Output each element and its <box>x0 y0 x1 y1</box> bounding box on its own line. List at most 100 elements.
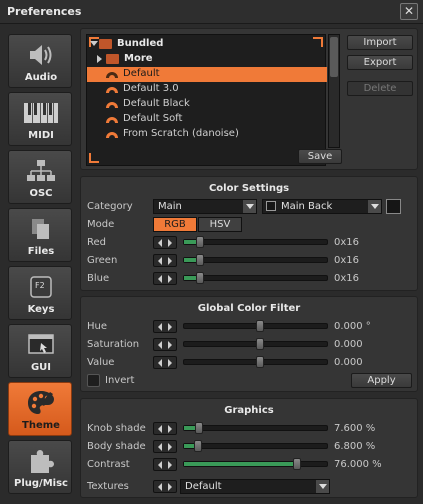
knob-shade-slider[interactable] <box>183 422 328 434</box>
chevron-down-icon <box>368 200 381 213</box>
slider-knob[interactable] <box>195 422 203 434</box>
slider-knob[interactable] <box>256 338 264 350</box>
theme-icon <box>105 69 119 82</box>
body-shade-value: 6.800 % <box>334 441 376 452</box>
contrast-label: Contrast <box>87 459 130 470</box>
red-label: Red <box>87 237 106 248</box>
slider-fill <box>184 444 194 448</box>
body-shade-stepper[interactable] <box>153 440 177 453</box>
slider-knob[interactable] <box>196 236 204 248</box>
hue-label: Hue <box>87 321 108 332</box>
section-title: Graphics <box>224 405 274 416</box>
sidebar-item-label: MIDI <box>28 130 54 141</box>
sidebar-item-label: Keys <box>27 304 55 315</box>
sidebar-item-theme[interactable]: Theme <box>8 382 72 436</box>
list-item[interactable]: Default Soft <box>87 112 327 127</box>
slider-knob[interactable] <box>293 458 301 470</box>
theme-list-scrollbar[interactable] <box>328 34 340 148</box>
section-title: Color Settings <box>208 183 290 194</box>
chevron-down-icon <box>316 480 329 493</box>
knob-shade-stepper[interactable] <box>153 422 177 435</box>
delete-button[interactable]: Delete <box>347 81 413 96</box>
slider-knob[interactable] <box>194 440 202 452</box>
blue-value: 0x16 <box>334 273 360 284</box>
theme-item-label: Default 3.0 <box>123 83 179 94</box>
theme-icon <box>105 84 119 97</box>
list-item[interactable]: Default <box>87 67 327 82</box>
theme-list[interactable]: Bundled More Default Default 3.0 Default… <box>86 34 327 166</box>
hue-value: 0.000 ° <box>334 321 371 332</box>
chevron-right-icon <box>97 55 102 63</box>
sidebar-item-audio[interactable]: Audio <box>8 34 72 88</box>
title-bar: Preferences ✕ <box>0 0 423 24</box>
contrast-stepper[interactable] <box>153 458 177 471</box>
sidebar-item-midi[interactable]: MIDI <box>8 92 72 146</box>
sidebar-item-label: Audio <box>24 72 58 83</box>
theme-item-label: Default <box>123 68 160 79</box>
saturation-slider[interactable] <box>183 338 328 350</box>
list-item[interactable]: From Scratch (danoise) <box>87 127 327 142</box>
apply-button[interactable]: Apply <box>351 373 412 388</box>
textures-stepper[interactable] <box>153 480 177 493</box>
sidebar-item-files[interactable]: Files <box>8 208 72 262</box>
list-item[interactable]: Bundled <box>87 37 327 52</box>
scrollbar-thumb[interactable] <box>330 37 338 77</box>
green-stepper[interactable] <box>153 254 177 267</box>
contrast-slider[interactable] <box>183 458 328 470</box>
sidebar-item-gui[interactable]: GUI <box>8 324 72 378</box>
chevron-down-icon <box>90 41 98 46</box>
import-button[interactable]: Import <box>347 35 413 50</box>
blue-stepper[interactable] <box>153 272 177 285</box>
textures-select[interactable]: Default <box>180 479 330 494</box>
saturation-stepper[interactable] <box>153 338 177 351</box>
color-target-select[interactable]: Main Back <box>262 199 382 214</box>
sidebar-item-osc[interactable]: OSC <box>8 150 72 204</box>
piano-keys-icon <box>9 99 73 127</box>
invert-label: Invert <box>105 375 135 386</box>
svg-text:F2: F2 <box>35 281 45 290</box>
files-icon <box>9 215 73 243</box>
category-select[interactable]: Main <box>153 199 257 214</box>
window-title: Preferences <box>7 5 82 18</box>
sidebar-item-keys[interactable]: F2 Keys <box>8 266 72 320</box>
blue-slider[interactable] <box>183 272 328 284</box>
theme-item-label: From Scratch (danoise) <box>123 128 239 139</box>
sidebar-item-label: Files <box>27 246 55 257</box>
close-button[interactable]: ✕ <box>400 3 418 20</box>
red-slider[interactable] <box>183 236 328 248</box>
list-item[interactable]: Default 3.0 <box>87 82 327 97</box>
theme-item-label: Default Soft <box>123 113 183 124</box>
save-button[interactable]: Save <box>298 149 342 164</box>
body-shade-slider[interactable] <box>183 440 328 452</box>
mode-rgb-button[interactable]: RGB <box>153 217 197 232</box>
slider-knob[interactable] <box>256 320 264 332</box>
sidebar-item-plug-misc[interactable]: Plug/Misc <box>8 440 72 494</box>
value-stepper[interactable] <box>153 356 177 369</box>
sidebar-item-label: OSC <box>29 188 53 199</box>
sidebar-item-label: Theme <box>22 420 60 431</box>
color-picker-swatch[interactable] <box>386 199 401 214</box>
export-button[interactable]: Export <box>347 55 413 70</box>
keyboard-key-icon: F2 <box>9 273 73 301</box>
slider-fill <box>184 240 196 244</box>
value-label: Value <box>87 357 115 368</box>
list-item[interactable]: More <box>87 52 327 67</box>
value-slider[interactable] <box>183 356 328 368</box>
list-item[interactable]: Default Black <box>87 97 327 112</box>
hue-slider[interactable] <box>183 320 328 332</box>
mode-label: Mode <box>87 219 115 230</box>
mode-hsv-button[interactable]: HSV <box>198 217 242 232</box>
slider-knob[interactable] <box>196 254 204 266</box>
green-slider[interactable] <box>183 254 328 266</box>
textures-value: Default <box>185 481 222 492</box>
palette-icon <box>9 389 73 417</box>
slider-knob[interactable] <box>256 356 264 368</box>
tree-root-label: Bundled <box>117 38 164 49</box>
slider-fill <box>184 462 293 466</box>
chevron-down-icon <box>243 200 256 213</box>
invert-checkbox[interactable] <box>87 374 100 387</box>
slider-knob[interactable] <box>196 272 204 284</box>
hue-stepper[interactable] <box>153 320 177 333</box>
red-stepper[interactable] <box>153 236 177 249</box>
knob-shade-label: Knob shade <box>87 423 146 434</box>
